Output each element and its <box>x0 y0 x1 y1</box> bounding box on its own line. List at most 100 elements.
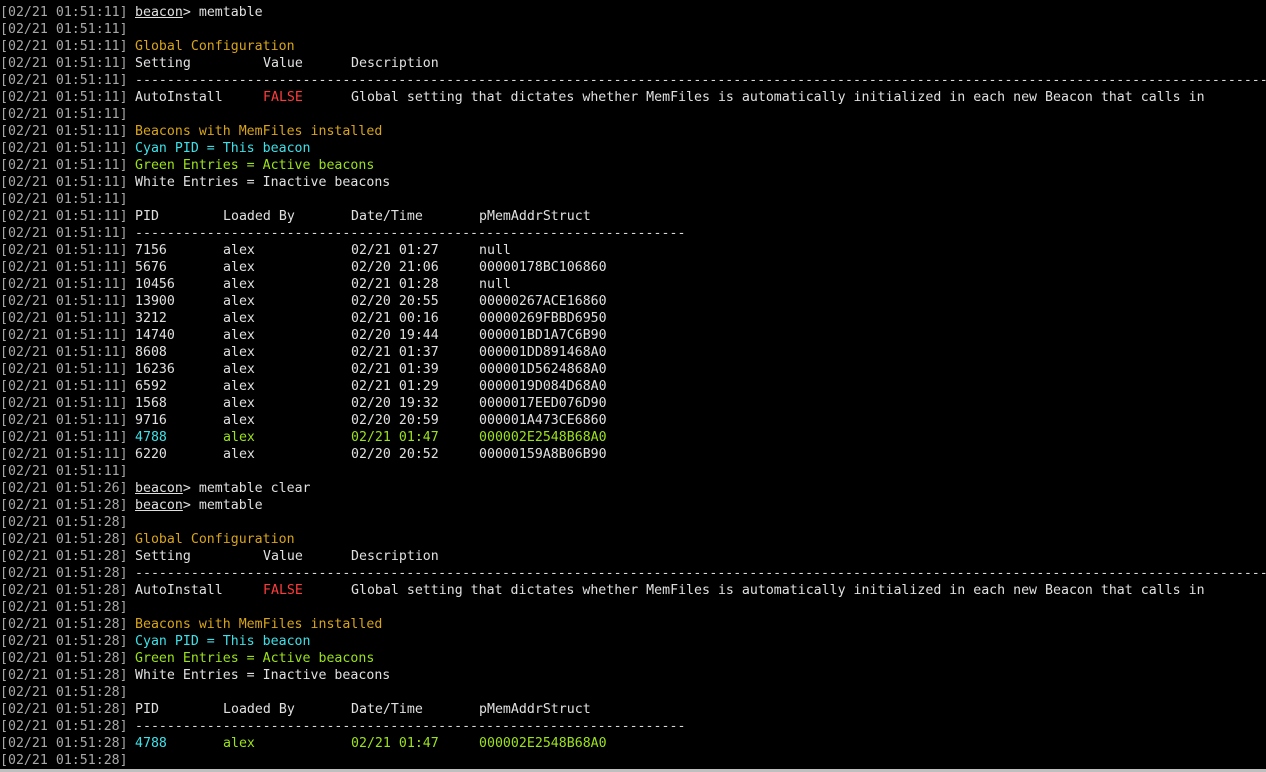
legend-entry: White Entries = Inactive beacons <box>135 668 391 683</box>
timestamp: [02/21 01:51:28] <box>0 498 128 513</box>
beacon-loaded-by: alex <box>223 294 255 309</box>
separator-line: ----------------------------------------… <box>135 226 686 241</box>
beacon-datetime: 02/21 01:37 <box>351 345 439 360</box>
timestamp: [02/21 01:51:28] <box>0 566 128 581</box>
beacon-datetime: 02/21 00:16 <box>351 311 439 326</box>
terminal-line: [02/21 01:51:28] PID Loaded By Date/Time pMe… <box>0 701 1266 718</box>
column-header-setting: Setting <box>135 56 191 71</box>
beacon-table-row: [02/21 01:51:11] 3212 alex 02/21 00:16 00000… <box>0 310 1266 327</box>
section-heading: Beacons with MemFiles installed <box>135 617 383 632</box>
beacon-mem-addr: 000002E2548B68A0 <box>479 736 607 751</box>
timestamp: [02/21 01:51:28] <box>0 583 128 598</box>
beacon-datetime: 02/20 21:06 <box>351 260 439 275</box>
beacon-table-row: [02/21 01:51:11] 7156 alex 02/21 01:27 null <box>0 242 1266 259</box>
beacon-datetime: 02/20 20:55 <box>351 294 439 309</box>
prompt-name: beacon <box>135 481 183 496</box>
timestamp: [02/21 01:51:11] <box>0 175 128 190</box>
setting-name: AutoInstall <box>135 90 223 105</box>
timestamp: [02/21 01:51:11] <box>0 447 128 462</box>
timestamp: [02/21 01:51:11] <box>0 39 128 54</box>
terminal-line: [02/21 01:51:11] Cyan PID = This beacon <box>0 140 1266 157</box>
timestamp: [02/21 01:51:11] <box>0 90 128 105</box>
timestamp: [02/21 01:51:11] <box>0 209 128 224</box>
beacon-table-row: [02/21 01:51:11] 10456 alex 02/21 01:28 null <box>0 276 1266 293</box>
beacon-mem-addr: 00000269FBBD6950 <box>479 311 607 326</box>
timestamp: [02/21 01:51:11] <box>0 260 128 275</box>
timestamp: [02/21 01:51:11] <box>0 107 128 122</box>
legend-entry: Cyan PID = This beacon <box>135 141 311 156</box>
beacon-mem-addr: 0000019D084D68A0 <box>479 379 607 394</box>
terminal-line: [02/21 01:51:28] Global Configuration <box>0 531 1266 548</box>
prompt-symbol: > <box>182 481 191 496</box>
timestamp: [02/21 01:51:11] <box>0 226 128 241</box>
beacon-pid: 1568 <box>135 396 167 411</box>
column-header-datetime: Date/Time <box>351 209 423 224</box>
timestamp: [02/21 01:51:28] <box>0 702 128 717</box>
timestamp: [02/21 01:51:11] <box>0 396 128 411</box>
timestamp: [02/21 01:51:28] <box>0 634 128 649</box>
beacon-pid: 13900 <box>135 294 175 309</box>
beacon-pid: 6592 <box>135 379 167 394</box>
terminal-line: [02/21 01:51:11] beacon> memtable <box>0 4 1266 21</box>
terminal-line: [02/21 01:51:28] Cyan PID = This beacon <box>0 633 1266 650</box>
timestamp: [02/21 01:51:28] <box>0 532 128 547</box>
column-header-setting: Setting <box>135 549 191 564</box>
timestamp: [02/21 01:51:28] <box>0 736 128 751</box>
command-text: memtable clear <box>198 481 311 496</box>
column-header-loaded-by: Loaded By <box>223 702 295 717</box>
timestamp: [02/21 01:51:11] <box>0 192 128 207</box>
beacon-table-row: [02/21 01:51:11] 14740 alex 02/20 19:44 0000… <box>0 327 1266 344</box>
column-header-description: Description <box>351 549 439 564</box>
beacon-mem-addr: null <box>479 243 511 258</box>
beacon-loaded-by: alex <box>223 277 255 292</box>
terminal-line: [02/21 01:51:11] AutoInstall FALSE Global s… <box>0 89 1266 106</box>
beacon-table-row: [02/21 01:51:11] 8608 alex 02/21 01:37 00000… <box>0 344 1266 361</box>
timestamp: [02/21 01:51:11] <box>0 328 128 343</box>
timestamp: [02/21 01:51:28] <box>0 515 128 530</box>
terminal-line: [02/21 01:51:11] Green Entries = Active b… <box>0 157 1266 174</box>
terminal-line: [02/21 01:51:11] ------------------------… <box>0 225 1266 242</box>
beacon-pid: 6220 <box>135 447 167 462</box>
timestamp: [02/21 01:51:11] <box>0 294 128 309</box>
timestamp: [02/21 01:51:28] <box>0 651 128 666</box>
beacon-loaded-by: alex <box>223 413 255 428</box>
column-header-pmem: pMemAddrStruct <box>479 702 591 717</box>
terminal-line: [02/21 01:51:11] Beacons with MemFiles in… <box>0 123 1266 140</box>
timestamp: [02/21 01:51:11] <box>0 430 128 445</box>
beacon-mem-addr: 00000267ACE16860 <box>479 294 607 309</box>
timestamp: [02/21 01:51:11] <box>0 345 128 360</box>
terminal-line: [02/21 01:51:28] Green Entries = Active b… <box>0 650 1266 667</box>
beacon-table-row: [02/21 01:51:11] 4788 alex 02/21 01:47 00000… <box>0 429 1266 446</box>
command-text: memtable <box>198 5 263 20</box>
timestamp: [02/21 01:51:11] <box>0 5 128 20</box>
terminal-output[interactable]: [02/21 01:51:11] beacon> memtable [02/21 0… <box>0 4 1266 770</box>
terminal-line: [02/21 01:51:28] Setting Value Description <box>0 548 1266 565</box>
beacon-table-row: [02/21 01:51:28] 4788 alex 02/21 01:47 00000… <box>0 735 1266 752</box>
prompt-name: beacon <box>135 498 183 513</box>
legend-entry: Green Entries = Active beacons <box>135 651 375 666</box>
terminal-line: [02/21 01:51:28] ------------------------… <box>0 565 1266 582</box>
prompt-name: beacon <box>135 5 183 20</box>
terminal-line: [02/21 01:51:11] Global Configuration <box>0 38 1266 55</box>
setting-description: Global setting that dictates whether Mem… <box>351 90 1205 105</box>
terminal-line: [02/21 01:51:28] AutoInstall FALSE Global s… <box>0 582 1266 599</box>
timestamp: [02/21 01:51:11] <box>0 124 128 139</box>
column-header-value: Value <box>263 549 303 564</box>
setting-value: FALSE <box>263 90 303 105</box>
terminal-line: [02/21 01:51:28] <box>0 514 1266 531</box>
timestamp: [02/21 01:51:28] <box>0 753 128 768</box>
column-header-description: Description <box>351 56 439 71</box>
beacon-pid: 5676 <box>135 260 167 275</box>
beacon-loaded-by: alex <box>223 328 255 343</box>
beacon-datetime: 02/21 01:28 <box>351 277 439 292</box>
beacon-mem-addr: 000001D5624868A0 <box>479 362 607 377</box>
beacon-pid: 9716 <box>135 413 167 428</box>
terminal-line: [02/21 01:51:11] <box>0 21 1266 38</box>
terminal-line: [02/21 01:51:28] <box>0 599 1266 616</box>
terminal-line: [02/21 01:51:28] White Entries = Inactive… <box>0 667 1266 684</box>
beacon-datetime: 02/21 01:47 <box>351 736 439 751</box>
beacon-pid: 14740 <box>135 328 175 343</box>
beacon-mem-addr: 000001DD891468A0 <box>479 345 607 360</box>
separator-line: ----------------------------------------… <box>135 73 1266 88</box>
setting-value: FALSE <box>263 583 303 598</box>
